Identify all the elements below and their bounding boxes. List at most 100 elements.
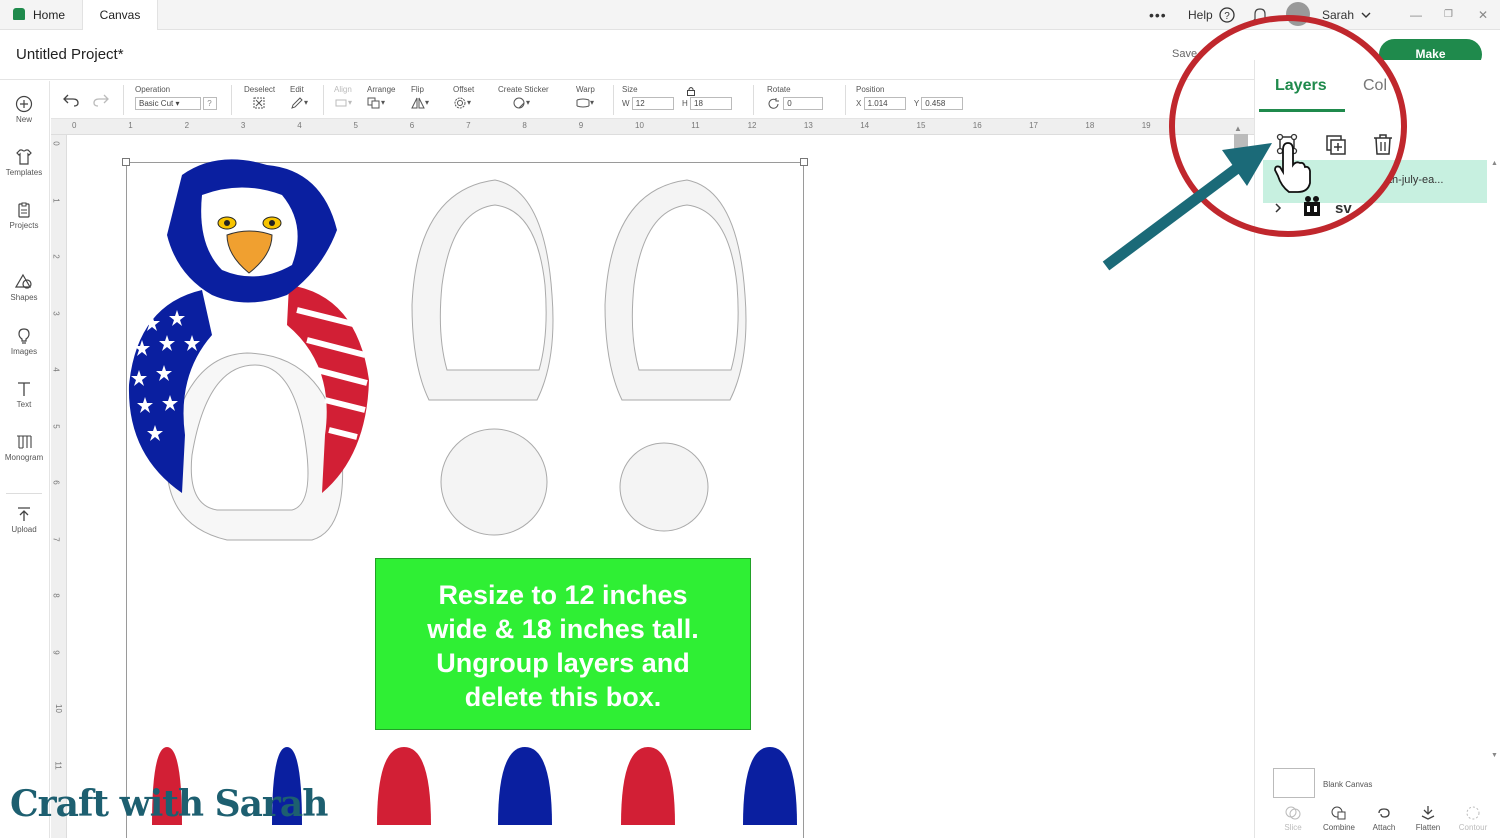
position-group: Position X 1.014 Y 0.458 — [856, 85, 964, 110]
layer-group-name: th-july-ea... — [1389, 174, 1444, 186]
attach-label: Attach — [1372, 823, 1396, 832]
sidebar-item-projects[interactable]: Projects — [0, 201, 48, 230]
align-label: Align — [334, 85, 352, 94]
operation-select[interactable]: Basic Cut ▾ — [135, 97, 201, 110]
slice-button[interactable]: Slice — [1271, 805, 1315, 832]
warp-icon — [576, 98, 590, 108]
sidebar-item-upload[interactable]: Upload — [0, 505, 48, 534]
bell-icon[interactable] — [1252, 6, 1268, 24]
canvas-scrollbar-thumb[interactable] — [1234, 134, 1248, 156]
instruction-line: Ungroup layers and — [436, 648, 690, 678]
tab-home-label: Home — [33, 8, 66, 22]
active-tab-indicator — [1259, 109, 1345, 112]
duplicate-icon[interactable] — [1319, 128, 1353, 162]
tab-canvas[interactable]: Canvas — [82, 0, 158, 31]
layer-sub-name: sv — [1335, 200, 1352, 217]
sidebar-item-monogram[interactable]: Monogram — [0, 433, 48, 462]
contour-icon — [1466, 806, 1480, 820]
panel-scroll-down-arrow[interactable]: ▼ — [1491, 752, 1498, 760]
sidebar-item-label: Monogram — [4, 453, 44, 462]
sidebar-item-templates[interactable]: Templates — [0, 148, 48, 177]
ungroup-icon[interactable] — [1271, 128, 1305, 162]
ruler-top-tick: 6 — [409, 121, 415, 130]
undo-icon[interactable] — [63, 93, 79, 107]
edit-label: Edit — [290, 85, 304, 94]
flip-group[interactable]: Flip ▾ — [411, 85, 429, 109]
create-sticker-group[interactable]: Create Sticker ▾ — [498, 85, 549, 109]
lock-icon[interactable] — [686, 86, 696, 96]
contour-button[interactable]: Contour — [1451, 805, 1495, 832]
redo-icon[interactable] — [93, 93, 109, 107]
instruction-line: Resize to 12 inches — [438, 580, 688, 610]
save-button[interactable]: Save — [1172, 48, 1197, 60]
arrange-group[interactable]: Arrange ▾ — [367, 85, 395, 109]
help-icon: ? — [1219, 7, 1235, 23]
plus-circle-icon — [15, 95, 33, 113]
tab-home[interactable]: Home — [0, 0, 82, 30]
sidebar-item-label: Text — [16, 400, 32, 409]
instruction-line: wide & 18 inches tall. — [427, 614, 699, 644]
x-input[interactable]: 1.014 — [863, 97, 906, 110]
minimize-button[interactable]: — — [1410, 0, 1422, 30]
ruler-left-tick: 1 — [51, 197, 61, 203]
close-window-button[interactable]: ✕ — [1478, 0, 1488, 30]
layer-group-row[interactable]: th-july-ea... — [1263, 160, 1487, 203]
slice-label: Slice — [1284, 823, 1302, 832]
tab-color[interactable]: Col — [1363, 77, 1387, 95]
combine-label: Combine — [1322, 823, 1355, 832]
maximize-button[interactable]: ❐ — [1444, 0, 1453, 30]
combine-button[interactable]: Combine — [1317, 805, 1361, 832]
operation-help-button[interactable]: ? — [203, 97, 218, 110]
flip-icon — [411, 97, 425, 109]
rotate-label: Rotate — [767, 85, 791, 94]
delete-icon[interactable] — [1366, 128, 1400, 162]
deselect-group[interactable]: Deselect — [244, 85, 275, 109]
watermark-logo: Craft with Sarah — [10, 783, 328, 825]
project-title[interactable]: Untitled Project* — [16, 46, 124, 63]
height-input[interactable]: 18 — [690, 97, 733, 110]
position-label: Position — [856, 85, 885, 94]
blank-canvas-label: Blank Canvas — [1323, 780, 1373, 789]
more-options-button[interactable]: ••• — [1149, 0, 1167, 30]
ruler-top-tick: 16 — [972, 121, 982, 130]
edit-toolbar: Operation Basic Cut ▾ ? Deselect Edit ▾ … — [51, 81, 1254, 119]
ruler-top-tick: 4 — [297, 121, 302, 130]
instruction-box[interactable]: Resize to 12 inches wide & 18 inches tal… — [375, 558, 751, 730]
user-menu[interactable]: Sarah — [1322, 0, 1371, 30]
offset-group[interactable]: Offset ▾ — [453, 85, 474, 109]
align-group[interactable]: Align ▾ — [334, 85, 352, 109]
monogram-icon — [17, 435, 32, 449]
panel-scroll-up-arrow[interactable]: ▲ — [1491, 160, 1498, 168]
ruler-left-tick: 0 — [51, 141, 61, 146]
flatten-button[interactable]: Flatten — [1406, 805, 1450, 832]
ruler-top-tick: 7 — [466, 121, 471, 130]
layer-thumbnail-icon — [1304, 196, 1320, 216]
ruler-left-tick: 3 — [51, 310, 61, 316]
y-input[interactable]: 0.458 — [921, 97, 964, 110]
sidebar-item-images[interactable]: Images — [0, 327, 48, 356]
slice-icon — [1285, 806, 1301, 820]
ruler-top-tick: 18 — [1085, 121, 1095, 130]
deselect-icon — [253, 97, 265, 109]
sidebar-item-new[interactable]: New — [0, 95, 48, 124]
design-canvas[interactable]: Resize to 12 inches wide & 18 inches tal… — [67, 135, 1254, 838]
eagle-design — [128, 159, 369, 541]
sidebar-item-label: New — [15, 115, 32, 124]
warp-group[interactable]: Warp ▾ — [576, 85, 595, 109]
width-input[interactable]: 12 — [631, 97, 674, 110]
ruler-top-tick: 2 — [184, 121, 190, 130]
edit-group[interactable]: Edit ▾ — [290, 85, 308, 109]
ruler-top-tick: 10 — [635, 121, 644, 130]
avatar[interactable] — [1286, 2, 1310, 26]
chevron-right-icon[interactable] — [1273, 202, 1283, 214]
deselect-label: Deselect — [244, 85, 276, 94]
help-link[interactable]: Help ? — [1188, 0, 1235, 30]
scroll-up-arrow[interactable]: ▲ — [1234, 124, 1248, 133]
attach-button[interactable]: Attach — [1362, 805, 1406, 832]
arrange-icon — [367, 97, 380, 109]
blank-canvas-swatch[interactable] — [1273, 768, 1315, 798]
tab-layers[interactable]: Layers — [1275, 77, 1327, 95]
rotate-input[interactable]: 0 — [783, 97, 824, 110]
sidebar-item-shapes[interactable]: Shapes — [0, 273, 48, 302]
sidebar-item-text[interactable]: Text — [0, 380, 48, 409]
